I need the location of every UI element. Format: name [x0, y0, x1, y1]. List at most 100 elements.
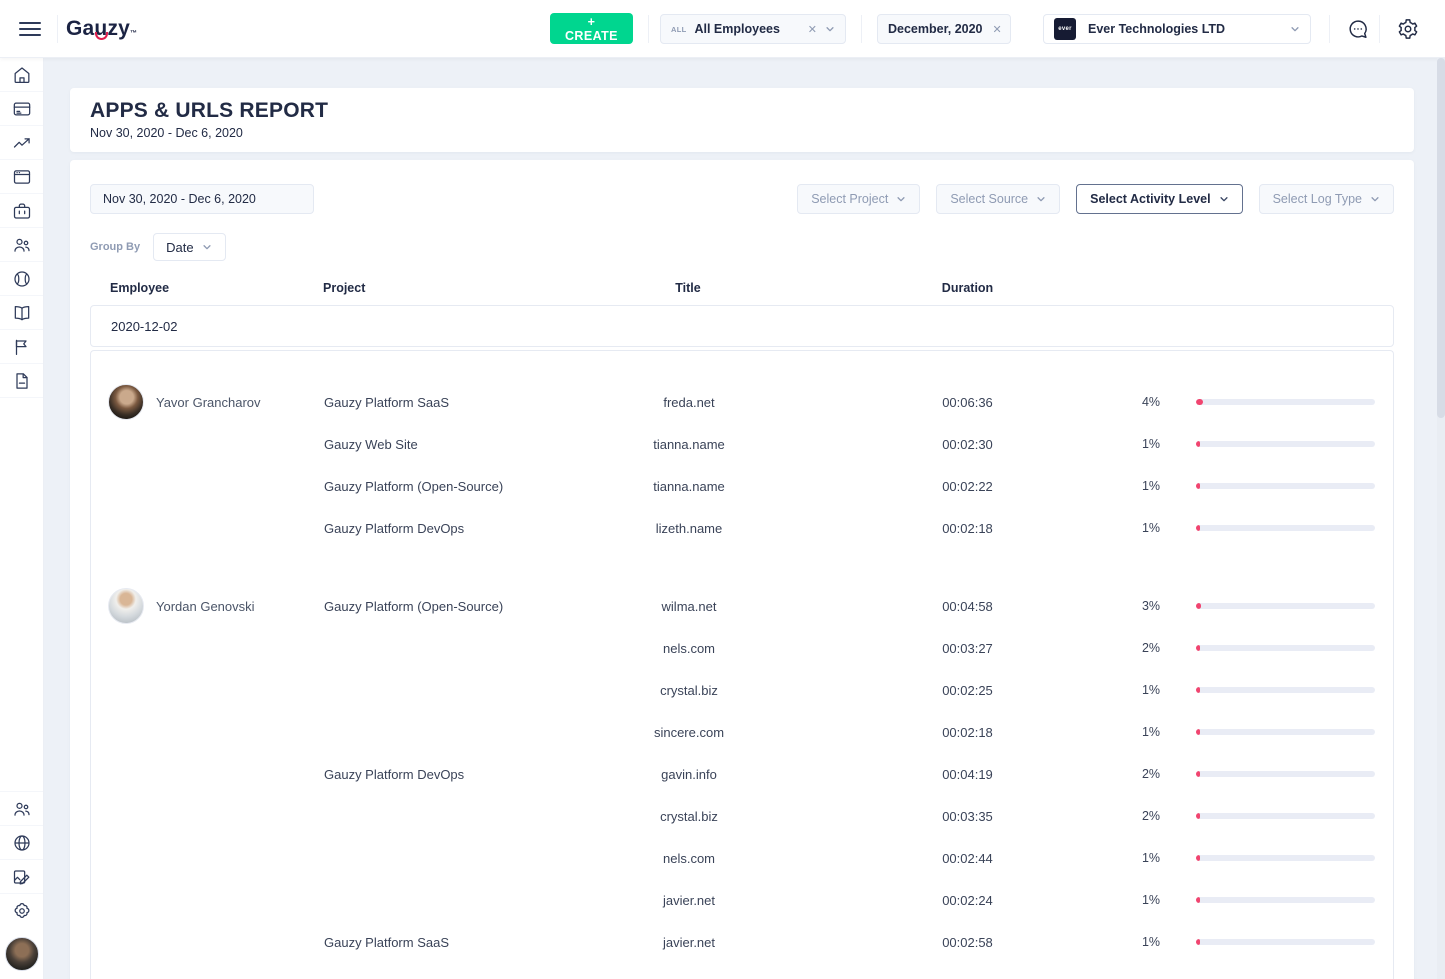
filter-select-source[interactable]: Select Source	[936, 184, 1060, 214]
project-cell: Gauzy Platform DevOps	[324, 767, 549, 782]
table-row: sincere.com00:02:181%	[91, 711, 1393, 753]
sidebar-item-globe[interactable]	[0, 825, 43, 859]
activity-bar-track	[1196, 771, 1375, 777]
vertical-scrollbar[interactable]	[1437, 58, 1445, 979]
employee-cell	[91, 711, 324, 753]
employee-cell: Yordan Genovski	[91, 585, 324, 627]
user-avatar[interactable]	[5, 937, 39, 971]
sidebar-item-browser[interactable]	[0, 160, 43, 194]
table-row: crystal.biz00:03:352%	[91, 795, 1393, 837]
close-icon[interactable]: ✕	[808, 23, 817, 36]
flag-icon	[12, 337, 32, 357]
sidebar-item-briefcase[interactable]	[0, 194, 43, 228]
activity-bar-fill	[1196, 939, 1200, 945]
sidebar	[0, 58, 44, 979]
create-button[interactable]: + CREATE	[550, 13, 633, 44]
organization-select-value: Ever Technologies LTD	[1088, 22, 1225, 36]
month-select[interactable]: December, 2020 ✕	[877, 14, 1011, 44]
group-by-select[interactable]: Date	[153, 233, 226, 261]
table-row: Gauzy Web Sitetianna.name00:02:301%	[91, 423, 1393, 465]
book-icon	[12, 303, 32, 323]
activity-bar-track	[1196, 729, 1375, 735]
sidebar-item-flag[interactable]	[0, 330, 43, 364]
gauzy-logo[interactable]: Gauzy™	[66, 0, 137, 58]
sidebar-item-file-text[interactable]	[0, 364, 43, 398]
activity-bar-track	[1196, 939, 1375, 945]
table-row: nels.com00:02:441%	[91, 837, 1393, 879]
filter-label: Select Project	[811, 192, 888, 206]
filter-select-activity-level[interactable]: Select Activity Level	[1076, 184, 1242, 214]
date-range-input[interactable]: Nov 30, 2020 - Dec 6, 2020	[90, 184, 314, 214]
employee-cell	[91, 465, 324, 507]
ball-icon	[12, 269, 32, 289]
scrollbar-thumb[interactable]	[1437, 58, 1445, 418]
close-icon[interactable]: ✕	[993, 23, 1002, 36]
sidebar-item-settings-flower[interactable]	[0, 893, 43, 927]
activity-bar	[1196, 729, 1393, 735]
menu-toggle-button[interactable]	[12, 0, 48, 58]
duration-cell: 00:02:58	[829, 935, 1106, 950]
chevron-down-icon	[1290, 24, 1300, 34]
duration-cell: 00:02:25	[829, 683, 1106, 698]
activity-bar	[1196, 897, 1393, 903]
employee-cell	[91, 921, 324, 963]
table-header: Employee Project Title Duration	[90, 273, 1394, 303]
activity-bar-fill	[1196, 525, 1200, 531]
project-cell: Gauzy Platform SaaS	[324, 395, 549, 410]
filter-label: Select Log Type	[1273, 192, 1362, 206]
activity-bar	[1196, 813, 1393, 819]
sidebar-item-credit-card[interactable]	[0, 92, 43, 126]
sidebar-item-home[interactable]	[0, 58, 43, 92]
briefcase-icon	[12, 201, 32, 221]
activity-bar	[1196, 603, 1393, 609]
project-cell: Gauzy Platform DevOps	[324, 521, 549, 536]
activity-percent: 2%	[1106, 809, 1196, 823]
group-by-row: Group By Date	[90, 233, 1394, 261]
employee-select[interactable]: ALL All Employees ✕	[660, 14, 846, 44]
employee-avatar	[108, 588, 144, 624]
employee-cell	[91, 753, 324, 795]
table-row: crystal.biz00:02:251%	[91, 669, 1393, 711]
duration-cell: 00:03:27	[829, 641, 1106, 656]
project-cell: Gauzy Platform SaaS	[324, 935, 549, 950]
activity-bar-track	[1196, 897, 1375, 903]
sidebar-item-users[interactable]	[0, 228, 43, 262]
employee-cell	[91, 507, 324, 549]
sidebar-item-trending-up[interactable]	[0, 126, 43, 160]
activity-bar-track	[1196, 441, 1375, 447]
settings-button[interactable]	[1390, 0, 1426, 58]
project-cell: Gauzy Web Site	[324, 437, 549, 452]
sidebar-item-image-edit[interactable]	[0, 859, 43, 893]
activity-percent: 1%	[1106, 893, 1196, 907]
organization-select[interactable]: ever Ever Technologies LTD	[1043, 14, 1311, 44]
chat-button[interactable]	[1340, 0, 1376, 58]
activity-bar-track	[1196, 603, 1375, 609]
employee-name: Yavor Grancharov	[156, 395, 261, 410]
browser-icon	[12, 167, 32, 187]
duration-cell: 00:03:35	[829, 809, 1106, 824]
activity-percent: 1%	[1106, 521, 1196, 535]
settings-flower-icon	[12, 901, 32, 921]
activity-bar	[1196, 687, 1393, 693]
filter-select-project[interactable]: Select Project	[797, 184, 920, 214]
activity-bar-fill	[1196, 441, 1200, 447]
activity-bar-track	[1196, 813, 1375, 819]
activity-bar	[1196, 939, 1393, 945]
group-by-value: Date	[166, 240, 193, 255]
employee-cell	[91, 669, 324, 711]
title-cell: tianna.name	[549, 437, 829, 452]
month-select-value: December, 2020	[888, 22, 983, 36]
activity-percent: 1%	[1106, 851, 1196, 865]
page-title: APPS & URLS REPORT	[90, 99, 1394, 123]
sidebar-item-book[interactable]	[0, 296, 43, 330]
divider	[1379, 15, 1380, 43]
table-row: Yavor GrancharovGauzy Platform SaaSfreda…	[91, 381, 1393, 423]
sidebar-item-ball[interactable]	[0, 262, 43, 296]
sidebar-item-team[interactable]	[0, 791, 43, 825]
activity-bar-fill	[1196, 771, 1200, 777]
table-row: Gauzy Platform DevOpsgavin.info00:04:192…	[91, 753, 1393, 795]
title-cell: sincere.com	[549, 725, 829, 740]
globe-icon	[12, 833, 32, 853]
filter-select-log-type[interactable]: Select Log Type	[1259, 184, 1394, 214]
activity-bar	[1196, 525, 1393, 531]
